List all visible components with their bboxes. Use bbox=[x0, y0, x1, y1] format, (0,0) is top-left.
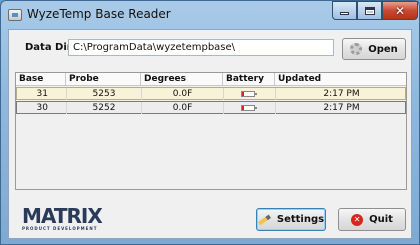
battery-low-icon bbox=[241, 105, 257, 111]
title-bar[interactable]: WyzeTemp Base Reader ✕ bbox=[1, 1, 419, 29]
column-header-degrees[interactable]: Degrees bbox=[141, 73, 223, 86]
logo-tagline: PRODUCT DEVELOPMENT bbox=[22, 226, 98, 231]
cell-updated: 2:17 PM bbox=[323, 103, 360, 113]
column-header-probe[interactable]: Probe bbox=[66, 73, 141, 86]
window-title: WyzeTemp Base Reader bbox=[27, 7, 171, 21]
column-header-base[interactable]: Base bbox=[16, 73, 66, 86]
gear-icon bbox=[350, 43, 363, 55]
cell-battery bbox=[224, 88, 276, 100]
logo-wordmark: MATRIX bbox=[22, 204, 103, 228]
cell-battery bbox=[224, 102, 276, 114]
client-area: Data Dir C:\ProgramData\wyzetempbase\ Op… bbox=[8, 29, 412, 239]
minimize-button[interactable] bbox=[332, 1, 357, 20]
minimize-icon bbox=[340, 12, 349, 15]
cell-updated: 2:17 PM bbox=[323, 89, 360, 99]
cell-base: 30 bbox=[17, 102, 67, 114]
column-header-updated[interactable]: Updated bbox=[275, 73, 406, 86]
close-button[interactable]: ✕ bbox=[382, 1, 418, 20]
close-circle-icon: ✕ bbox=[351, 213, 364, 226]
close-icon: ✕ bbox=[394, 3, 406, 18]
cell-degrees: 0.0F bbox=[142, 88, 224, 100]
probe-grid[interactable]: Base Probe Degrees Battery Updated 31 52… bbox=[15, 72, 407, 190]
app-icon bbox=[8, 9, 22, 21]
cell-degrees: 0.0F bbox=[142, 102, 224, 114]
data-dir-label: Data Dir bbox=[25, 42, 72, 53]
column-header-battery[interactable]: Battery bbox=[223, 73, 275, 86]
settings-button-label: Settings bbox=[276, 214, 325, 225]
data-dir-input[interactable]: C:\ProgramData\wyzetempbase\ bbox=[68, 39, 334, 56]
cell-probe: 5253 bbox=[67, 88, 142, 100]
maximize-icon bbox=[364, 6, 375, 15]
table-row[interactable]: 31 5253 0.0F 2:17 PM bbox=[16, 87, 406, 100]
settings-button[interactable]: Settings bbox=[256, 208, 326, 231]
pencil-icon bbox=[257, 214, 271, 225]
battery-low-icon bbox=[241, 91, 257, 97]
app-window: WyzeTemp Base Reader ✕ Data Dir C:\Progr… bbox=[0, 0, 420, 245]
quit-button[interactable]: ✕ Quit bbox=[338, 208, 406, 231]
quit-button-label: Quit bbox=[369, 214, 393, 225]
cell-base: 31 bbox=[17, 88, 67, 100]
company-logo: MATRIX PRODUCT DEVELOPMENT bbox=[22, 204, 103, 234]
open-button-label: Open bbox=[368, 43, 398, 55]
cell-probe: 5252 bbox=[67, 102, 142, 114]
open-button[interactable]: Open bbox=[342, 38, 406, 60]
maximize-button[interactable] bbox=[357, 1, 382, 20]
table-row[interactable]: 30 5252 0.0F 2:17 PM bbox=[16, 101, 406, 114]
